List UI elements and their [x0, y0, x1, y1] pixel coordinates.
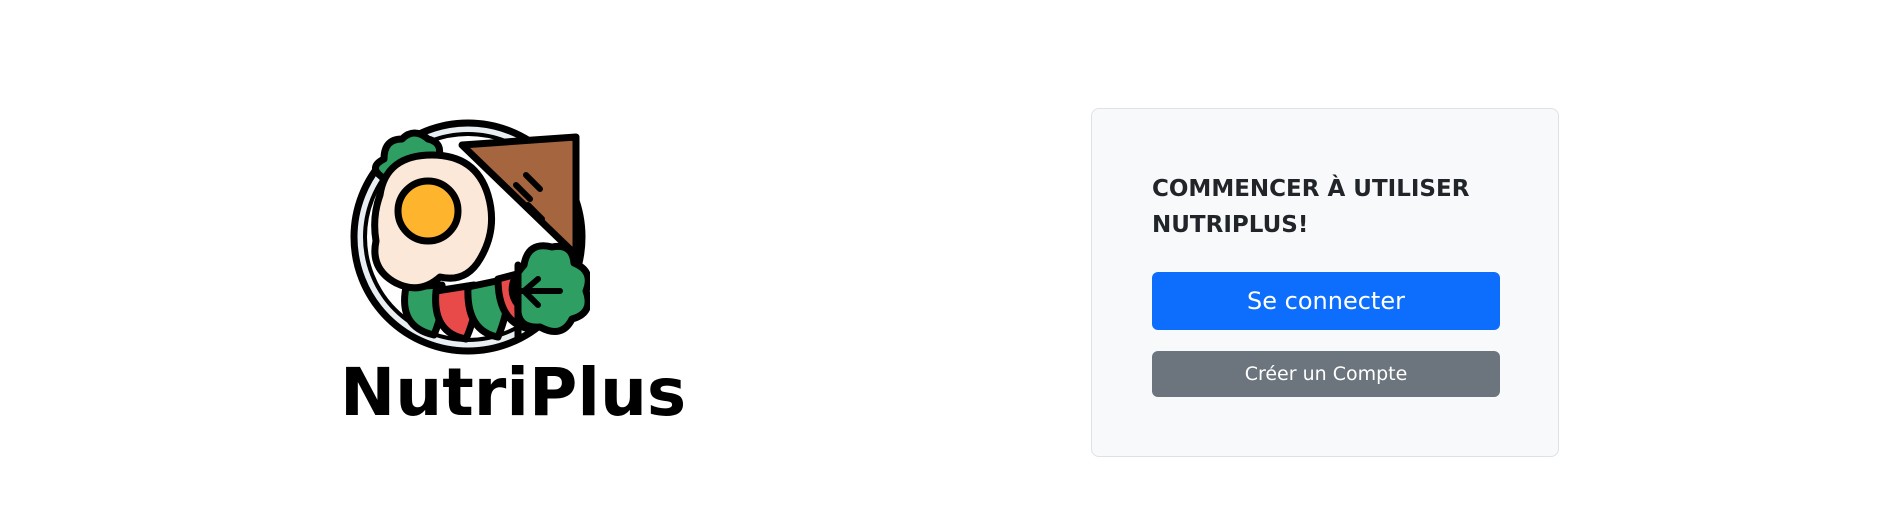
- brand-section: NutriPlus: [340, 115, 686, 445]
- food-plate-icon: [350, 119, 590, 355]
- signup-button[interactable]: Créer un Compte: [1152, 351, 1500, 397]
- brand-name: NutriPlus: [340, 354, 687, 431]
- landing-page: NutriPlus COMMENCER À UTILISER NUTRIPLUS…: [0, 0, 1899, 526]
- card-title: COMMENCER À UTILISER NUTRIPLUS!: [1152, 176, 1470, 238]
- login-button[interactable]: Se connecter: [1152, 272, 1500, 330]
- get-started-card: COMMENCER À UTILISER NUTRIPLUS! Se conne…: [1091, 108, 1559, 457]
